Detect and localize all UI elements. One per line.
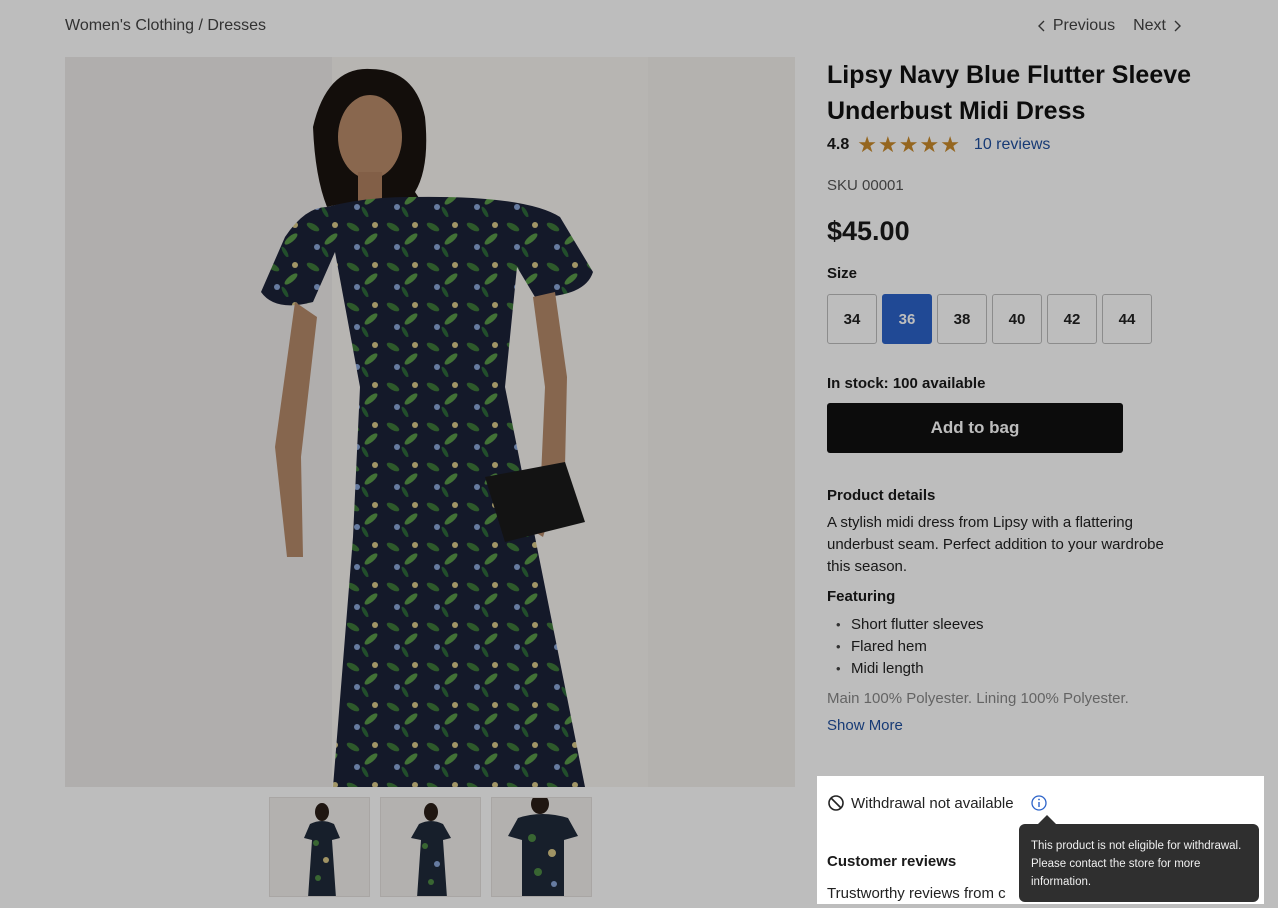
star-icon: ★ xyxy=(919,132,940,157)
featuring-heading: Featuring xyxy=(827,588,896,605)
product-main-image[interactable] xyxy=(65,57,795,787)
info-icon[interactable] xyxy=(1030,794,1048,812)
size-option-34[interactable]: 34 xyxy=(827,294,877,344)
star-icon: ★ xyxy=(898,132,919,157)
withdrawal-tooltip: This product is not eligible for withdra… xyxy=(1019,815,1259,902)
product-photo xyxy=(261,68,593,787)
thumbnail-2[interactable] xyxy=(380,797,481,897)
prohibited-icon xyxy=(828,795,844,811)
price: $45.00 xyxy=(827,216,910,246)
size-option-36[interactable]: 36 xyxy=(882,294,932,344)
rating-value: 4.8 xyxy=(827,136,850,153)
next-link[interactable]: Next xyxy=(1133,17,1182,35)
product-title: Lipsy Navy Blue Flutter Sleeve Underbust… xyxy=(827,61,1192,125)
reviews-link[interactable]: 10 reviews xyxy=(974,136,1050,154)
material-info: Main 100% Polyester. Lining 100% Polyest… xyxy=(827,690,1129,707)
previous-link[interactable]: Previous xyxy=(1037,17,1115,35)
size-options: 34 36 38 40 42 44 xyxy=(827,294,1207,344)
rating-row: 4.8 ★ ★ ★ ★ ★ 10 reviews xyxy=(827,132,1207,157)
product-description: A stylish midi dress from Lipsy with a f… xyxy=(827,514,1164,575)
show-more-link[interactable]: Show More xyxy=(827,717,1207,734)
rating-stars: ★ ★ ★ ★ ★ xyxy=(857,132,960,157)
size-option-42[interactable]: 42 xyxy=(1047,294,1097,344)
size-label: Size xyxy=(827,265,858,282)
feature-list: Short flutter sleeves Flared hem Midi le… xyxy=(827,614,1207,680)
product-details-heading: Product details xyxy=(827,487,936,504)
thumbnail-1[interactable] xyxy=(269,797,370,897)
next-label: Next xyxy=(1133,17,1166,34)
pager: Previous Next xyxy=(1037,17,1182,35)
list-item: Short flutter sleeves xyxy=(827,614,1207,636)
add-to-bag-button[interactable]: Add to bag xyxy=(827,403,1123,453)
withdrawal-label: Withdrawal not available xyxy=(851,794,1014,812)
stock-status: In stock: 100 available xyxy=(827,375,986,392)
star-icon: ★ xyxy=(940,132,960,157)
chevron-right-icon xyxy=(1174,20,1181,32)
size-option-40[interactable]: 40 xyxy=(992,294,1042,344)
thumbnail-3[interactable] xyxy=(491,797,592,897)
previous-label: Previous xyxy=(1052,17,1116,34)
list-item: Midi length xyxy=(827,658,1207,680)
star-icon: ★ xyxy=(857,132,877,157)
list-item: Flared hem xyxy=(827,636,1207,658)
customer-reviews-heading: Customer reviews xyxy=(827,853,957,870)
breadcrumb[interactable]: Women's Clothing / Dresses xyxy=(65,17,266,35)
size-option-38[interactable]: 38 xyxy=(937,294,987,344)
withdrawal-row: Withdrawal not available xyxy=(827,794,1048,812)
chevron-left-icon xyxy=(1037,20,1045,32)
star-icon: ★ xyxy=(877,132,898,157)
thumbnail-strip xyxy=(269,797,592,897)
product-info-panel: Lipsy Navy Blue Flutter Sleeve Underbust… xyxy=(827,57,1207,734)
sku: SKU 00001 xyxy=(827,177,904,194)
size-option-44[interactable]: 44 xyxy=(1102,294,1152,344)
